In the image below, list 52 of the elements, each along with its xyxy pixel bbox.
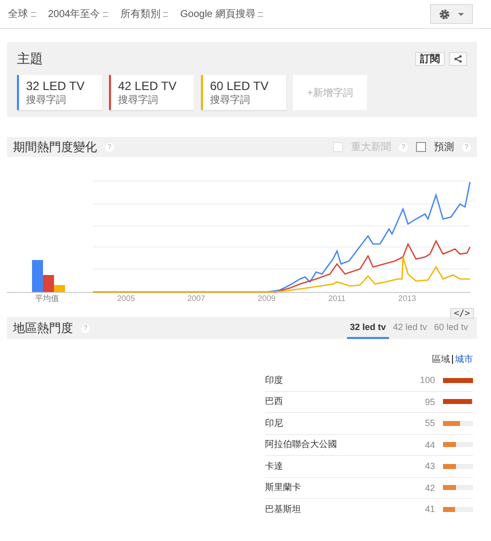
filter-dropdown[interactable]: 2004年至今 [48, 7, 108, 21]
settings-button[interactable] [430, 4, 473, 24]
term-type: 搜尋字詞 [210, 94, 251, 106]
region-value: 95 [424, 396, 435, 407]
embed-button[interactable]: </> [450, 308, 474, 319]
axis-label: 2009 [258, 294, 276, 303]
region-name: 卡達 [265, 460, 284, 473]
dropdown-icon [31, 12, 36, 16]
term-type: 搜尋字詞 [26, 94, 67, 106]
region-name: 阿拉伯聯合大公國 [265, 438, 338, 452]
caret-icon [458, 12, 464, 16]
term-name: 42 LED TV [118, 78, 178, 92]
term-card[interactable]: 60 LED TV 搜尋字詞 [201, 75, 286, 110]
term-name: 32 LED TV [26, 78, 86, 92]
term-tab[interactable]: 32 led tv [346, 317, 389, 339]
axis-label: 2013 [398, 294, 416, 303]
region-value: 42 [424, 482, 435, 493]
checkbox-label[interactable]: 預測 [434, 140, 454, 154]
region-value: 100 [418, 375, 435, 386]
dropdown-icon [103, 12, 108, 16]
region-name: 巴西 [265, 395, 284, 408]
axis-label: 2005 [117, 294, 135, 303]
region-value: 44 [424, 440, 435, 450]
axis-label: 平均值 [35, 294, 59, 303]
region-value: 55 [424, 418, 435, 428]
share-button[interactable] [449, 52, 467, 66]
region-name: 斯里蘭卡 [265, 481, 302, 494]
checkbox[interactable] [416, 142, 426, 152]
share-icon [454, 55, 462, 63]
dropdown-icon [258, 12, 264, 16]
term-type: 搜尋字詞 [118, 94, 159, 106]
section-title: 主題 [17, 50, 43, 68]
region-name: 印度 [265, 374, 284, 387]
filter-dropdown[interactable]: 全球 [8, 7, 36, 21]
section-title: 地區熱門度 [13, 320, 73, 336]
axis-label: 2007 [187, 294, 206, 303]
term-name: 60 LED TV [210, 78, 270, 92]
subscribe-button[interactable]: 訂閱 [415, 52, 445, 66]
region-name: 印尼 [265, 416, 284, 430]
region-name: 巴基斯坦 [265, 502, 302, 516]
filter-dropdown[interactable]: 所有類別 [120, 7, 168, 21]
filter-dropdown[interactable]: Google 網頁搜尋 [180, 7, 264, 21]
term-card[interactable]: 32 LED TV 搜尋字詞 [17, 75, 102, 110]
settings-icon [439, 8, 450, 20]
section-title: 期間熱門度變化 [13, 138, 97, 156]
view-toggle[interactable]: 區域 [432, 353, 450, 366]
view-toggle[interactable]: 城市 [455, 353, 473, 366]
region-value: 43 [424, 461, 435, 472]
term-card[interactable]: 42 LED TV 搜尋字詞 [109, 75, 194, 110]
region-value: 41 [424, 504, 435, 514]
dropdown-icon [163, 12, 168, 16]
axis-label: 2011 [328, 294, 346, 303]
